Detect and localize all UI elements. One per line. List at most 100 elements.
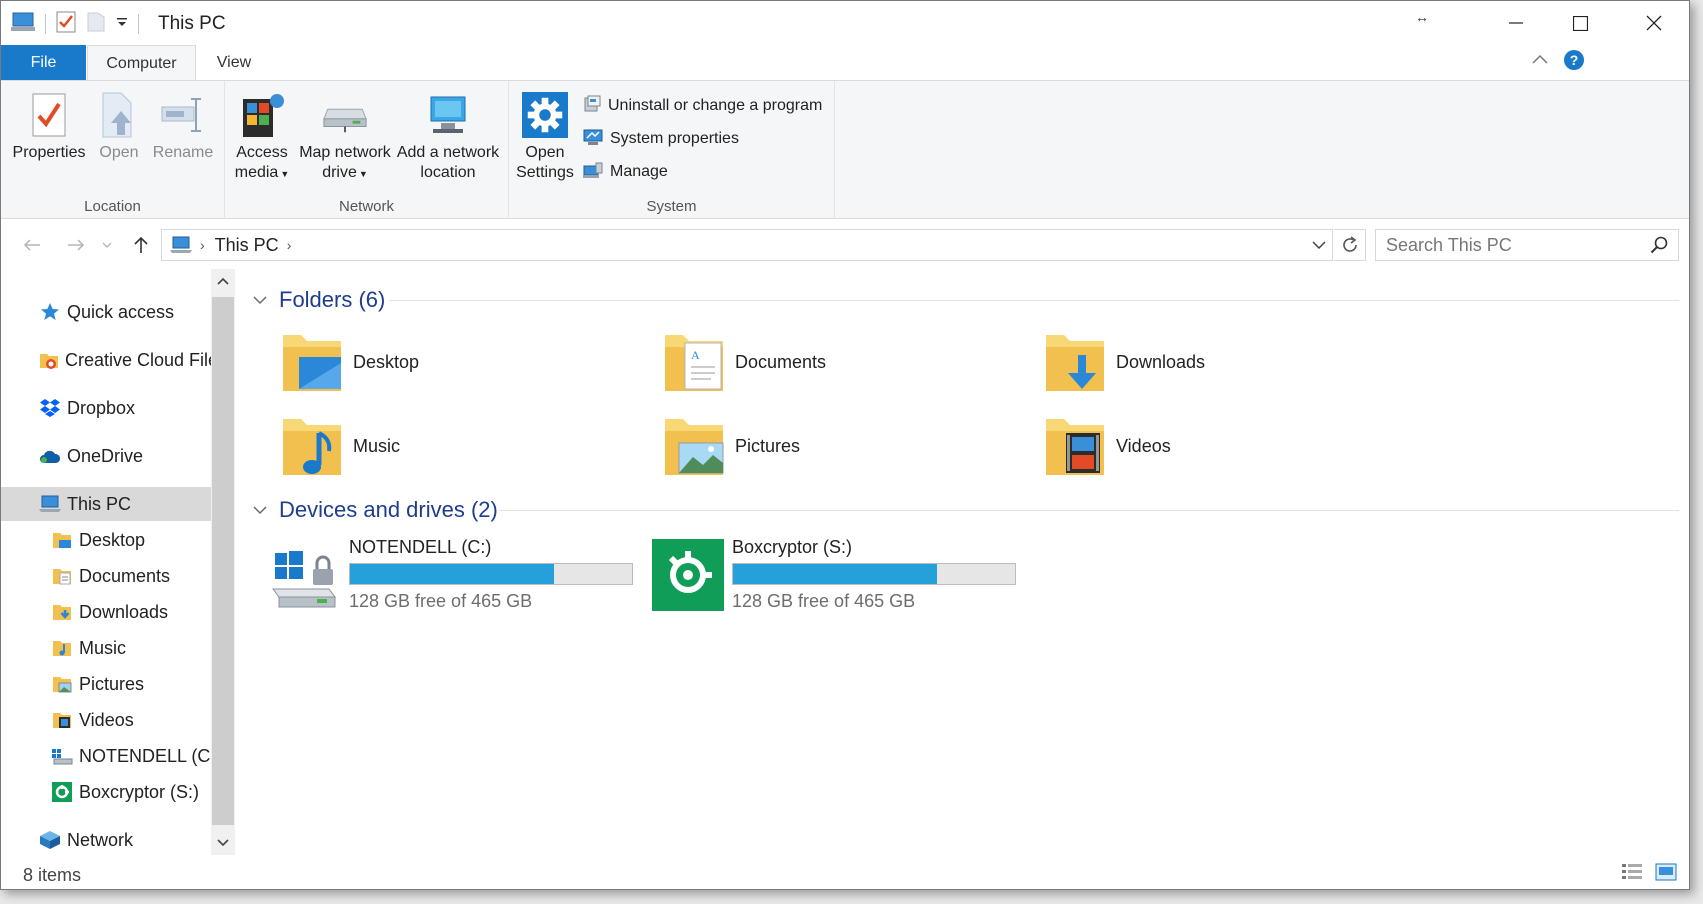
folder-desktop[interactable]: Desktop — [281, 327, 621, 397]
open-settings-button[interactable]: Open Settings — [515, 89, 575, 183]
nav-item-creative-cloud[interactable]: Creative Cloud Files — [1, 343, 211, 377]
toolbar-separator — [138, 14, 139, 34]
nav-item-network[interactable]: Network — [1, 823, 211, 855]
properties-icon[interactable] — [56, 11, 76, 38]
navigation-pane-scrollbar[interactable] — [211, 269, 235, 855]
scrollbar-thumb[interactable] — [212, 297, 234, 825]
folders-section-header[interactable]: Folders (6) — [253, 285, 385, 315]
folder-downloads[interactable]: Downloads — [1044, 327, 1384, 397]
tab-view[interactable]: View — [209, 45, 259, 80]
status-item-count: 8 items — [23, 865, 82, 885]
location-group: Properties Open Rename Location — [1, 81, 225, 219]
chevron-down-icon[interactable] — [253, 295, 271, 305]
star-icon — [39, 301, 61, 323]
uninstall-program-button[interactable]: Uninstall or change a program — [583, 93, 822, 119]
resize-arrows-icon: ↔ — [1415, 9, 1429, 25]
up-button[interactable] — [127, 227, 155, 263]
minimize-button[interactable] — [1485, 1, 1547, 45]
documents-folder-icon: A — [665, 335, 723, 391]
folder-music[interactable]: Music — [281, 411, 621, 481]
scroll-down-arrow-icon[interactable] — [211, 831, 235, 855]
section-divider — [499, 510, 1679, 511]
nav-item-boxcryptor-drive[interactable]: Boxcryptor (S:) — [1, 775, 211, 809]
nav-item-music[interactable]: Music — [1, 631, 211, 665]
breadcrumb-chevron-icon[interactable]: › — [200, 237, 205, 253]
navigation-pane: Quick access Creative Cloud Files Dropbo… — [1, 269, 211, 855]
open-label: Open — [99, 144, 139, 161]
help-icon[interactable]: ? — [1563, 49, 1585, 71]
collapse-ribbon-button[interactable] — [1531, 53, 1549, 65]
pictures-folder-icon — [51, 673, 73, 695]
open-settings-label: Open Settings — [516, 144, 574, 181]
map-network-drive-button[interactable]: Map network drive ▼ — [295, 89, 395, 184]
customize-toolbar-icon[interactable] — [116, 15, 128, 33]
scroll-up-arrow-icon[interactable] — [211, 269, 235, 293]
devices-section-header[interactable]: Devices and drives (2) — [253, 495, 498, 525]
drive-usage-fill — [350, 564, 555, 584]
nav-item-pictures[interactable]: Pictures — [1, 667, 211, 701]
properties-button[interactable]: Properties — [13, 89, 85, 163]
title-bar: This PC ↔ — [1, 1, 1689, 45]
videos-folder-icon — [51, 709, 73, 731]
videos-folder-icon — [1046, 419, 1104, 475]
close-button[interactable] — [1623, 1, 1685, 45]
svg-text:?: ? — [1570, 52, 1579, 68]
large-icons-view-icon[interactable] — [1655, 863, 1677, 886]
nav-item-quick-access[interactable]: Quick access — [1, 295, 211, 329]
add-network-location-button[interactable]: Add a network location — [393, 89, 503, 183]
boxcryptor-icon — [51, 781, 73, 803]
properties-label: Properties — [12, 144, 86, 161]
access-media-icon — [239, 89, 285, 141]
toolbar-separator — [45, 14, 46, 34]
computer-icon[interactable] — [11, 11, 35, 38]
drive-boxcryptor[interactable]: Boxcryptor (S:) 128 GB free of 465 GB — [652, 537, 1016, 613]
nav-item-videos[interactable]: Videos — [1, 703, 211, 737]
access-media-button[interactable]: Access media ▼ — [231, 89, 293, 184]
nav-item-downloads[interactable]: Downloads — [1, 595, 211, 629]
tab-computer[interactable]: Computer — [87, 45, 196, 81]
rename-icon — [160, 89, 206, 141]
new-folder-icon[interactable] — [86, 11, 106, 38]
search-icon[interactable] — [1650, 236, 1668, 259]
maximize-button[interactable] — [1549, 1, 1611, 45]
recent-locations-dropdown[interactable] — [99, 227, 115, 263]
breadcrumb-chevron-icon[interactable]: › — [287, 237, 292, 253]
network-drive-icon — [322, 89, 368, 141]
folder-videos[interactable]: Videos — [1044, 411, 1384, 481]
nav-item-desktop[interactable]: Desktop — [1, 523, 211, 557]
address-dropdown-button[interactable] — [1306, 229, 1332, 261]
back-button[interactable] — [17, 227, 47, 263]
nav-item-this-pc[interactable]: This PC — [1, 487, 211, 521]
section-divider — [389, 300, 1679, 301]
desktop-folder-icon — [283, 335, 341, 391]
system-drive-icon — [272, 551, 336, 608]
details-view-icon[interactable] — [1621, 863, 1643, 886]
folder-documents[interactable]: A Documents — [663, 327, 1003, 397]
rename-label: Rename — [152, 144, 214, 161]
open-icon — [96, 89, 142, 141]
chevron-down-icon[interactable] — [253, 505, 271, 515]
nav-item-notendell-drive[interactable]: NOTENDELL (C:) — [1, 739, 211, 773]
search-box[interactable]: Search This PC — [1375, 229, 1679, 261]
address-bar[interactable]: › This PC › — [161, 229, 1333, 261]
downloads-folder-icon — [51, 601, 73, 623]
this-pc-icon — [39, 493, 61, 515]
rename-button[interactable]: Rename — [153, 89, 213, 163]
forward-button[interactable] — [61, 227, 91, 263]
system-properties-button[interactable]: System properties — [583, 126, 739, 152]
navigation-bar: › This PC › Search This PC — [1, 227, 1689, 263]
network-group-label: Network — [338, 198, 394, 215]
nav-item-onedrive[interactable]: OneDrive — [1, 439, 211, 473]
nav-item-dropbox[interactable]: Dropbox — [1, 391, 211, 425]
tab-file[interactable]: File — [1, 45, 86, 80]
open-button[interactable]: Open — [93, 89, 145, 163]
svg-text:A: A — [691, 348, 700, 362]
drive-usage-bar — [732, 563, 1016, 585]
nav-item-documents[interactable]: Documents — [1, 559, 211, 593]
breadcrumb-this-pc[interactable]: This PC — [215, 235, 279, 256]
drive-notendell[interactable]: NOTENDELL (C:) 128 GB free of 465 GB — [269, 537, 633, 613]
manage-button[interactable]: Manage — [583, 159, 668, 185]
folder-pictures[interactable]: Pictures — [663, 411, 1003, 481]
boxcryptor-icon — [652, 539, 724, 611]
refresh-button[interactable] — [1334, 229, 1366, 261]
